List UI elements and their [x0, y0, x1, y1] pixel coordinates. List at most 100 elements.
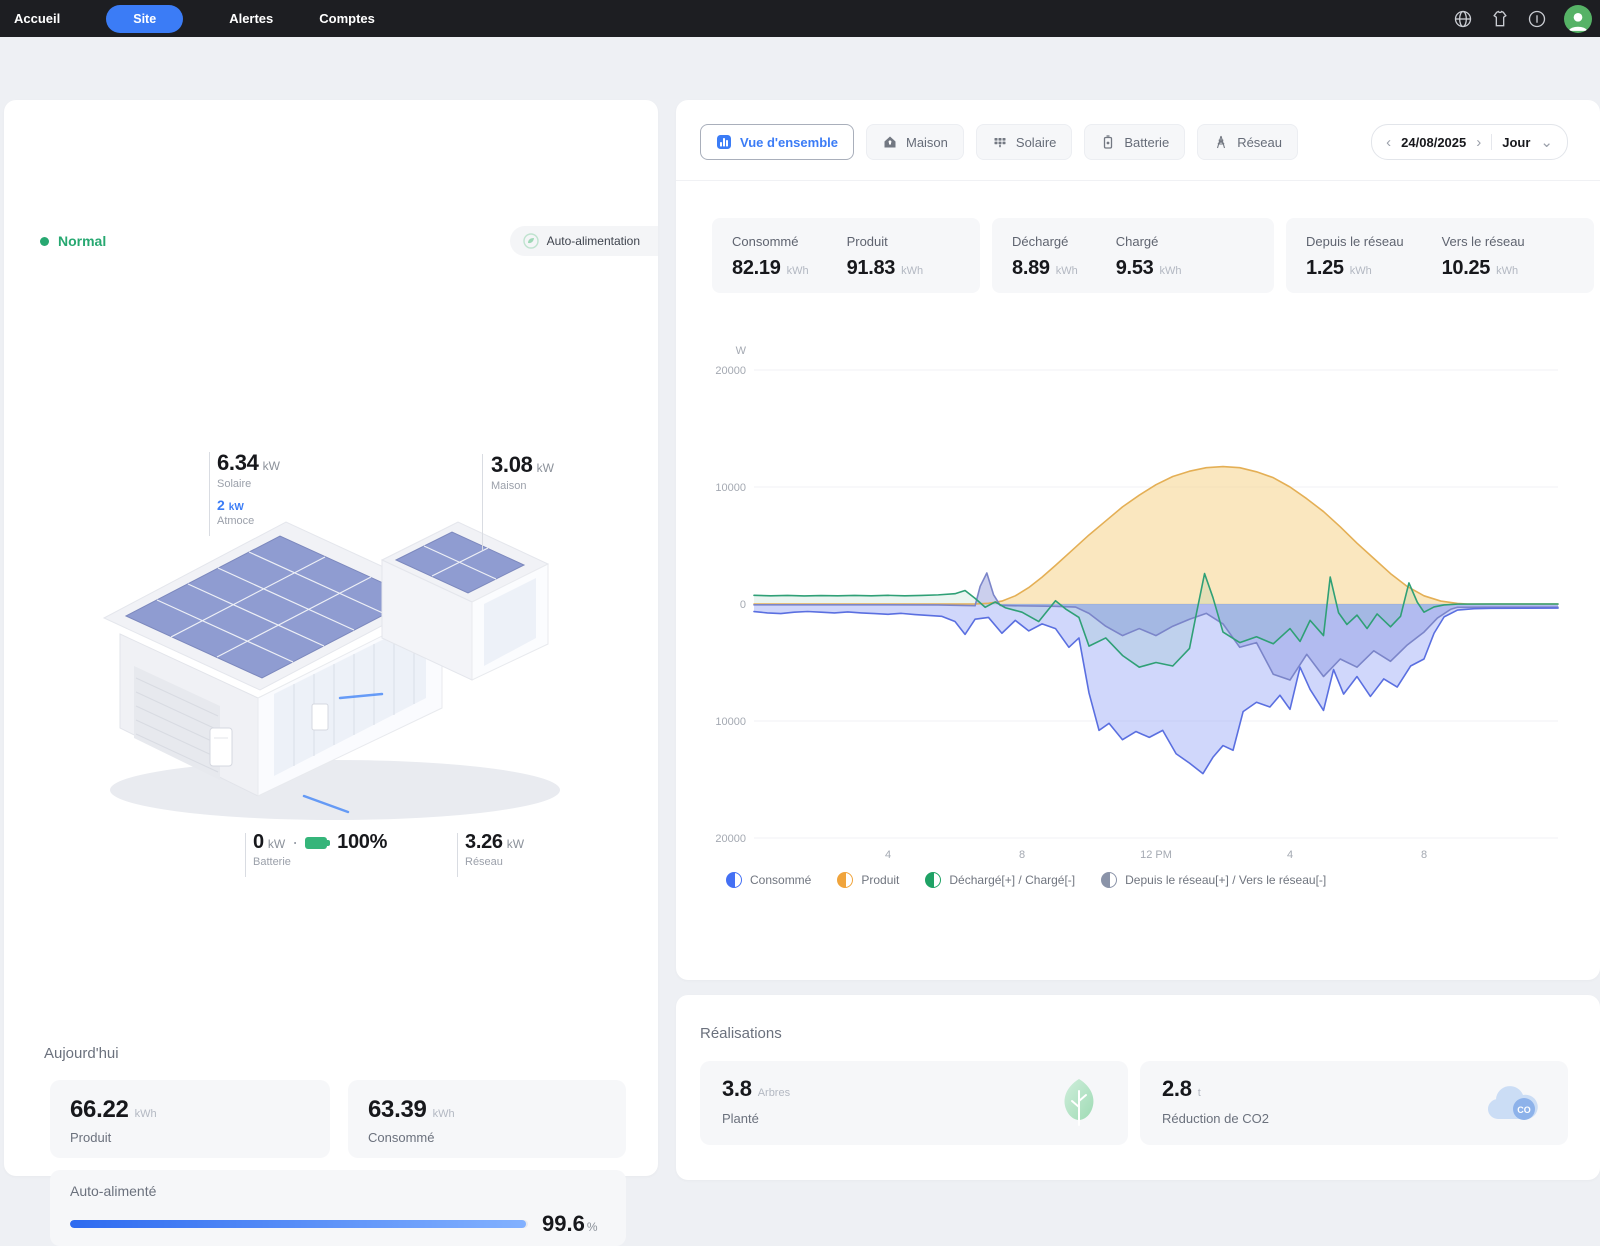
self-powered-card: Auto-alimenté 99.6%	[50, 1170, 626, 1246]
stat-produit: Produit 91.83kWh	[847, 234, 924, 277]
range-select[interactable]: Jour	[1502, 135, 1530, 150]
battery-unit	[210, 728, 232, 766]
stat-consomme: Consommé 82.19kWh	[732, 234, 809, 277]
trees-tile: 3.8 Arbres Planté	[700, 1061, 1128, 1145]
shop-icon[interactable]	[1490, 9, 1510, 29]
daily-stats: Consommé 82.19kWh Produit 91.83kWh Décha…	[712, 218, 1594, 293]
legend-consomme-marker	[726, 872, 742, 888]
trees-value: 3.8	[722, 1076, 752, 1101]
solaire-label: Solaire	[217, 478, 280, 490]
callout-line	[457, 833, 458, 877]
tab-batterie[interactable]: Batterie	[1084, 124, 1185, 160]
solar-panel-icon	[992, 134, 1008, 150]
flow-maison: 3.08 kW Maison	[491, 452, 554, 492]
overview-chart-icon	[716, 134, 732, 150]
nav-item-site[interactable]: Site	[106, 5, 183, 33]
today-title: Aujourd'hui	[44, 1045, 119, 1062]
co2-unit: t	[1198, 1087, 1201, 1099]
today-consomme-value: 63.39	[368, 1096, 427, 1123]
home-icon	[882, 134, 898, 150]
svg-text:20000: 20000	[715, 833, 746, 845]
flow-solaire: 6.34 kW Solaire 2 kW Atmoce	[217, 450, 280, 527]
nav-items: Accueil Site Alertes Comptes	[14, 5, 375, 33]
next-day-icon[interactable]: ›	[1476, 134, 1481, 151]
inverter-unit	[312, 704, 328, 730]
svg-text:W: W	[736, 345, 747, 357]
tab-reseau[interactable]: Réseau	[1197, 124, 1298, 160]
trees-label: Planté	[722, 1111, 1106, 1126]
status-label: Normal	[58, 233, 106, 249]
atmoce-label: Atmoce	[217, 515, 280, 527]
leaf-icon	[1056, 1077, 1102, 1134]
date-value[interactable]: 24/08/2025	[1401, 135, 1466, 150]
trees-unit: Arbres	[758, 1087, 790, 1099]
chevron-down-icon[interactable]: ⌄	[1540, 133, 1553, 151]
svg-text:20000: 20000	[715, 365, 746, 377]
tab-label: Solaire	[1016, 135, 1056, 150]
date-control[interactable]: ‹ 24/08/2025 › Jour ⌄	[1371, 124, 1568, 160]
achievements-card: Réalisations 3.8Arbres Planté 2.8t Réduc…	[676, 995, 1600, 1180]
stats-group-grid: Depuis le réseau 1.25kWh Vers le réseau …	[1286, 218, 1594, 293]
tab-vue-densemble[interactable]: Vue d'ensemble	[700, 124, 854, 160]
svg-text:0: 0	[740, 599, 746, 611]
self-powered-progress	[70, 1220, 528, 1228]
co2-tile: 2.8t Réduction de CO2 CO	[1140, 1061, 1568, 1145]
callout-line	[245, 833, 246, 877]
globe-icon[interactable]	[1453, 9, 1473, 29]
legend-produit[interactable]: Produit	[837, 872, 899, 888]
today-produit-value: 66.22	[70, 1096, 129, 1123]
stat-vers-reseau: Vers le réseau 10.25kWh	[1442, 234, 1525, 277]
self-powered-progress-fill	[70, 1220, 526, 1228]
user-avatar[interactable]	[1564, 5, 1592, 33]
nav-item-accueil[interactable]: Accueil	[14, 11, 60, 26]
flow-batterie: 0 kW · 100% Batterie	[253, 831, 387, 868]
today-produit-label: Produit	[70, 1130, 310, 1145]
solaire-value: 6.34	[217, 450, 259, 476]
callout-line	[482, 454, 483, 550]
batterie-unit: kW	[268, 837, 285, 851]
view-tabs: Vue d'ensemble Maison Solaire Batterie R…	[700, 124, 1298, 160]
info-icon[interactable]	[1527, 9, 1547, 29]
nav-item-alertes[interactable]: Alertes	[229, 11, 273, 26]
svg-text:4: 4	[885, 849, 891, 861]
tab-solaire[interactable]: Solaire	[976, 124, 1072, 160]
battery-tab-icon	[1100, 134, 1116, 150]
power-chart[interactable]: 200001000001000020000W4812 PM48	[676, 330, 1600, 870]
co2-cloud-icon: CO	[1484, 1083, 1542, 1130]
site-card: Normal Auto-alimentation	[4, 100, 658, 1176]
tab-label: Maison	[906, 135, 948, 150]
self-powered-label: Auto-alimenté	[70, 1183, 606, 1199]
co2-value: 2.8	[1162, 1076, 1192, 1101]
reseau-label: Réseau	[465, 856, 524, 868]
reseau-value: 3.26	[465, 831, 503, 854]
svg-text:4: 4	[1287, 849, 1293, 861]
legend-decharge-charge[interactable]: Déchargé[+] / Chargé[-]	[925, 872, 1075, 888]
tab-label: Batterie	[1124, 135, 1169, 150]
maison-label: Maison	[491, 480, 554, 492]
today-produit-unit: kWh	[135, 1108, 157, 1120]
divider	[1491, 134, 1492, 150]
battery-icon	[305, 837, 327, 849]
legend-reseau-marker	[1101, 872, 1117, 888]
legend-reseau[interactable]: Depuis le réseau[+] / Vers le réseau[-]	[1101, 872, 1326, 888]
svg-text:8: 8	[1019, 849, 1025, 861]
self-power-badge[interactable]: Auto-alimentation	[510, 226, 658, 256]
self-power-badge-label: Auto-alimentation	[547, 234, 640, 248]
legend-decharge-marker	[925, 872, 941, 888]
stats-group-battery: Déchargé 8.89kWh Chargé 9.53kWh	[992, 218, 1274, 293]
chart-legend: Consommé Produit Déchargé[+] / Chargé[-]…	[726, 872, 1326, 888]
prev-day-icon[interactable]: ‹	[1386, 134, 1391, 151]
self-powered-value: 99.6	[542, 1211, 585, 1236]
batterie-value: 0	[253, 831, 264, 854]
nav-item-comptes[interactable]: Comptes	[319, 11, 375, 26]
svg-text:10000: 10000	[715, 716, 746, 728]
top-nav: Accueil Site Alertes Comptes	[0, 0, 1600, 37]
self-powered-unit: %	[587, 1220, 598, 1234]
overview-card: Vue d'ensemble Maison Solaire Batterie R…	[676, 100, 1600, 980]
maison-value: 3.08	[491, 452, 533, 478]
svg-text:10000: 10000	[715, 482, 746, 494]
status-dot-icon	[40, 237, 49, 246]
legend-consomme[interactable]: Consommé	[726, 872, 811, 888]
tab-maison[interactable]: Maison	[866, 124, 964, 160]
batterie-label: Batterie	[253, 856, 387, 868]
